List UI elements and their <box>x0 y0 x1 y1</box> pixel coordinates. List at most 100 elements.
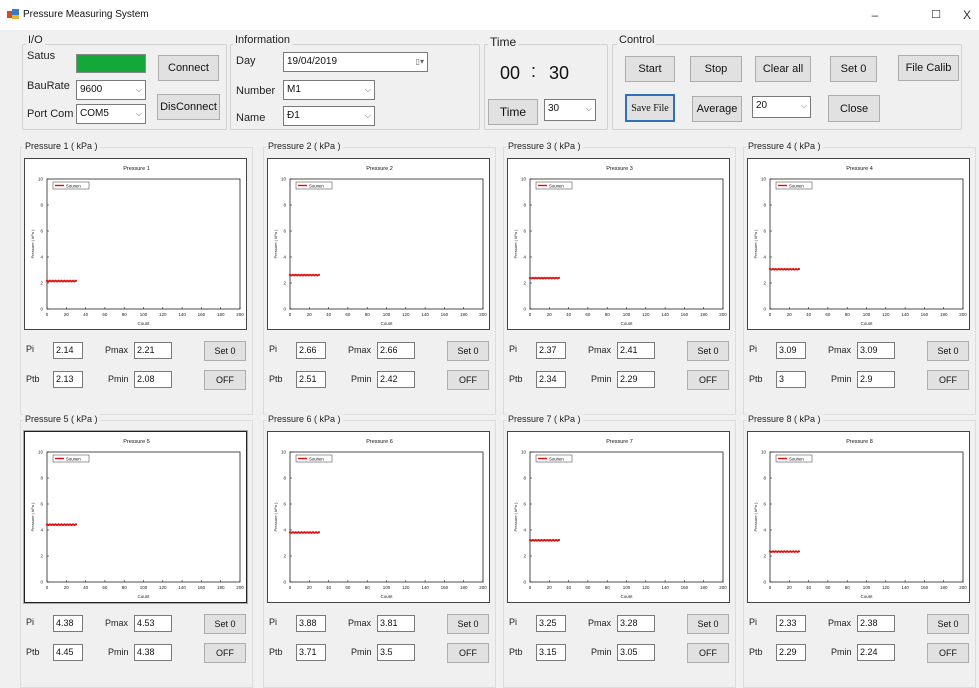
pmin-field[interactable]: 2.9 <box>857 371 895 388</box>
x-tick-label: 180 <box>700 312 708 317</box>
x-tick-label: 60 <box>345 312 351 317</box>
legend-label: Sounen <box>309 183 324 188</box>
pmin-field[interactable]: 3.5 <box>377 644 415 661</box>
pmin-field[interactable]: 2.24 <box>857 644 895 661</box>
off-button[interactable]: OFF <box>687 370 729 390</box>
pmax-field[interactable]: 2.66 <box>377 342 415 359</box>
ptb-label: Ptb <box>509 374 523 384</box>
pi-field[interactable]: 4.38 <box>53 615 83 632</box>
x-tick-label: 0 <box>289 585 292 590</box>
pmin-field[interactable]: 3.05 <box>617 644 655 661</box>
x-tick-label: 0 <box>46 585 49 590</box>
ptb-field[interactable]: 2.29 <box>776 644 806 661</box>
pmin-label: Pmin <box>108 374 129 384</box>
off-button[interactable]: OFF <box>204 643 246 663</box>
x-tick-label: 120 <box>159 312 167 317</box>
legend-label: Sounen <box>789 183 804 188</box>
set0-button[interactable]: Set 0 <box>927 341 969 361</box>
set0-button[interactable]: Set 0 <box>447 614 489 634</box>
x-tick-label: 180 <box>217 312 225 317</box>
pmin-field[interactable]: 4.38 <box>134 644 172 661</box>
pi-field[interactable]: 3.88 <box>296 615 326 632</box>
pi-field[interactable]: 2.33 <box>776 615 806 632</box>
pressure-chart: Pressure 7 0 20 40 60 80 100 120 140 160 180 200 0 2 4… <box>507 431 730 603</box>
ptb-field[interactable]: 3 <box>776 371 806 388</box>
set0-button[interactable]: Set 0 <box>687 614 729 634</box>
pmax-label: Pmax <box>828 345 852 355</box>
x-tick-label: 0 <box>46 312 49 317</box>
legend-label: Sounen <box>66 183 81 188</box>
pmax-field[interactable]: 2.38 <box>857 615 895 632</box>
y-tick-label: 4 <box>523 255 526 260</box>
set0-button[interactable]: Set 0 <box>204 614 246 634</box>
pi-field[interactable]: 2.37 <box>536 342 566 359</box>
y-tick-label: 8 <box>40 203 43 208</box>
x-axis-label: Count <box>620 594 633 599</box>
pi-field[interactable]: 3.25 <box>536 615 566 632</box>
pressure-chart-svg: Pressure 3 0 20 40 60 80 100 120 140 160 180 200 0 2 4… <box>513 166 727 326</box>
ptb-label: Ptb <box>509 647 523 657</box>
x-tick-label: 80 <box>365 585 371 590</box>
pi-field[interactable]: 2.66 <box>296 342 326 359</box>
x-tick-label: 100 <box>140 312 148 317</box>
pmax-field[interactable]: 3.09 <box>857 342 895 359</box>
pmin-field[interactable]: 2.42 <box>377 371 415 388</box>
set0-button[interactable]: Set 0 <box>687 341 729 361</box>
set0-button[interactable]: Set 0 <box>204 341 246 361</box>
pressure-panel-title: Pressure 7 ( kPa ) <box>506 414 583 424</box>
x-tick-label: 80 <box>845 312 851 317</box>
x-tick-label: 60 <box>585 585 591 590</box>
set0-button[interactable]: Set 0 <box>927 614 969 634</box>
x-tick-label: 140 <box>178 312 186 317</box>
ptb-field[interactable]: 3.71 <box>296 644 326 661</box>
pmax-label: Pmax <box>105 618 129 628</box>
pmax-label: Pmax <box>588 345 612 355</box>
pmax-field[interactable]: 2.41 <box>617 342 655 359</box>
y-tick-label: 0 <box>763 580 766 585</box>
y-axis-label: Pressure ( kPa ) <box>513 502 518 532</box>
ptb-field[interactable]: 3.15 <box>536 644 566 661</box>
legend-label: Sounen <box>789 456 804 461</box>
ptb-label: Ptb <box>26 647 40 657</box>
pmin-field[interactable]: 2.29 <box>617 371 655 388</box>
off-button[interactable]: OFF <box>447 643 489 663</box>
off-button[interactable]: OFF <box>927 643 969 663</box>
pmin-field[interactable]: 2.08 <box>134 371 172 388</box>
x-tick-label: 200 <box>719 585 727 590</box>
ptb-field[interactable]: 2.51 <box>296 371 326 388</box>
x-tick-label: 140 <box>901 585 909 590</box>
ptb-field[interactable]: 2.34 <box>536 371 566 388</box>
x-tick-label: 40 <box>806 585 812 590</box>
pi-field[interactable]: 3.09 <box>776 342 806 359</box>
off-button[interactable]: OFF <box>927 370 969 390</box>
ptb-field[interactable]: 4.45 <box>53 644 83 661</box>
set0-button[interactable]: Set 0 <box>447 341 489 361</box>
x-tick-label: 40 <box>326 585 332 590</box>
off-button[interactable]: OFF <box>204 370 246 390</box>
x-tick-label: 160 <box>681 585 689 590</box>
pi-field[interactable]: 2.14 <box>53 342 83 359</box>
x-tick-label: 140 <box>661 312 669 317</box>
chart-title: Pressure 7 <box>606 439 633 445</box>
x-tick-label: 20 <box>307 585 313 590</box>
x-tick-label: 80 <box>122 312 128 317</box>
x-axis-label: Count <box>380 594 393 599</box>
pmax-field[interactable]: 2.21 <box>134 342 172 359</box>
pmax-field[interactable]: 4.53 <box>134 615 172 632</box>
chart-title: Pressure 3 <box>606 166 633 172</box>
x-tick-label: 60 <box>345 585 351 590</box>
x-tick-label: 120 <box>402 312 410 317</box>
pi-label: Pi <box>269 617 278 627</box>
pmax-field[interactable]: 3.28 <box>617 615 655 632</box>
pmin-label: Pmin <box>108 647 129 657</box>
ptb-field[interactable]: 2.13 <box>53 371 83 388</box>
off-button[interactable]: OFF <box>447 370 489 390</box>
y-tick-label: 8 <box>40 476 43 481</box>
off-button[interactable]: OFF <box>687 643 729 663</box>
legend-label: Sounen <box>309 456 324 461</box>
pressure-panel-title: Pressure 1 ( kPa ) <box>23 141 100 151</box>
x-tick-label: 60 <box>102 585 108 590</box>
pmax-field[interactable]: 3.81 <box>377 615 415 632</box>
ptb-label: Ptb <box>749 647 763 657</box>
x-tick-label: 60 <box>825 312 831 317</box>
